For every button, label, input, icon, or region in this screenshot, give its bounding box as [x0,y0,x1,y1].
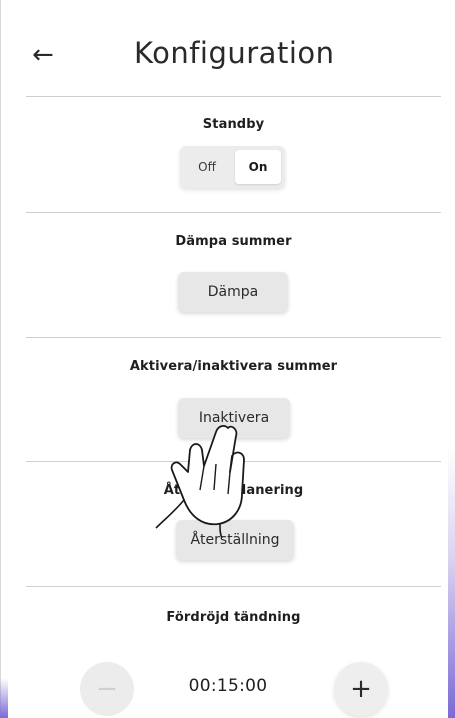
divider [26,337,441,338]
reset-schedule-label: Återställ planering [163,483,304,498]
toggle-buzzer-label: Aktivera/inaktivera summer [129,359,338,374]
divider [26,461,441,462]
minus-icon: − [96,674,118,704]
delayed-ignition-label: Fördröjd tändning [166,610,301,625]
delay-time-value: 00:15:00 [188,676,268,696]
increment-button[interactable]: + [334,662,388,716]
divider [26,96,441,97]
page-title: Konfiguration [134,36,335,70]
mute-buzzer-label: Dämpa summer [175,234,292,249]
deactivate-button[interactable]: Inaktivera [178,398,290,438]
accent-edge-left [0,678,8,718]
standby-toggle[interactable]: Off On [180,146,285,188]
standby-off-option[interactable]: Off [180,146,234,188]
app-screen: ← Konfiguration Standby Off On Dämpa sum… [0,0,455,718]
standby-label: Standby [202,117,265,132]
decrement-button[interactable]: − [80,662,134,716]
mute-button[interactable]: Dämpa [178,272,288,312]
accent-edge-right [448,0,455,718]
standby-on-option[interactable]: On [235,150,281,184]
divider [26,586,441,587]
plus-icon: + [350,674,372,704]
app-header: ← Konfiguration [26,28,441,88]
divider [26,212,441,213]
back-arrow-icon[interactable]: ← [32,42,54,68]
reset-button[interactable]: Återställning [176,520,294,560]
